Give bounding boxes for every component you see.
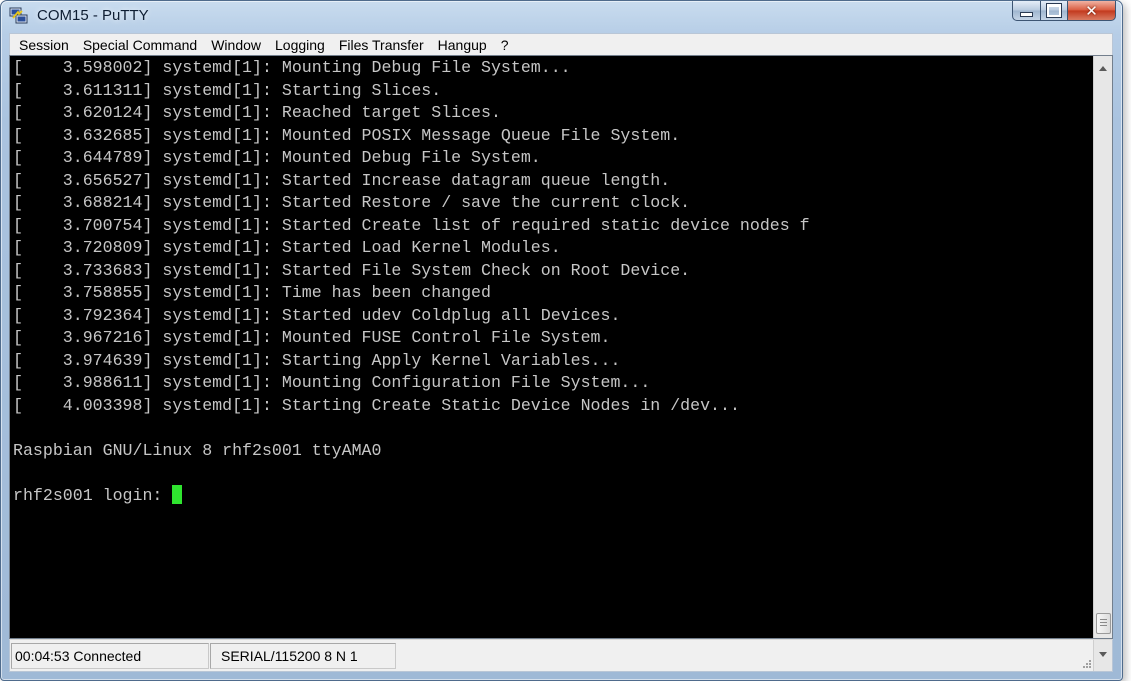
terminal-area[interactable]: [ 3.598002] systemd[1]: Mounting Debug F…: [9, 55, 1113, 639]
putty-window: COM15 - PuTTY ✕ Session Special Command …: [0, 0, 1123, 681]
terminal-line: [ 3.974639] systemd[1]: Starting Apply K…: [13, 350, 621, 370]
menu-bar: Session Special Command Window Logging F…: [9, 33, 1113, 55]
terminal-line: [ 3.758855] systemd[1]: Time has been ch…: [13, 283, 491, 302]
terminal-line: [ 3.688214] systemd[1]: Started Restore …: [13, 193, 691, 212]
terminal-line: [ 3.720809] systemd[1]: Started Load Ker…: [13, 238, 561, 257]
terminal-line: [ 3.967216] systemd[1]: Mounted FUSE Con…: [13, 328, 611, 347]
close-button[interactable]: ✕: [1068, 1, 1116, 21]
scroll-down-area[interactable]: [1093, 640, 1112, 671]
caption-buttons: ✕: [1012, 1, 1116, 23]
menu-files-transfer[interactable]: Files Transfer: [332, 37, 431, 53]
vertical-scrollbar[interactable]: [1093, 56, 1112, 638]
terminal-line: [ 3.733683] systemd[1]: Started File Sys…: [13, 260, 691, 280]
menu-hangup[interactable]: Hangup: [431, 37, 494, 53]
login-prompt-line[interactable]: rhf2s001 login:: [13, 484, 1093, 508]
minimize-button[interactable]: [1012, 1, 1041, 21]
close-icon: ✕: [1085, 1, 1098, 20]
maximize-icon: [1046, 3, 1062, 18]
resize-grip-icon[interactable]: [1081, 658, 1091, 668]
terminal-line: [ 3.988611] systemd[1]: Mounting Configu…: [13, 373, 651, 392]
scroll-up-arrow-icon[interactable]: [1099, 66, 1107, 71]
window-title: COM15 - PuTTY: [37, 7, 149, 24]
terminal-line: [ 3.598002] systemd[1]: Mounting Debug F…: [13, 58, 571, 77]
terminal-line: [ 3.632685] systemd[1]: Mounted POSIX Me…: [13, 125, 681, 145]
login-prompt: rhf2s001 login:: [13, 485, 173, 505]
menu-special-command[interactable]: Special Command: [76, 37, 204, 53]
terminal-line: [ 3.620124] systemd[1]: Reached target S…: [13, 103, 501, 122]
maximize-button[interactable]: [1041, 1, 1068, 21]
scroll-down-arrow-icon[interactable]: [1099, 652, 1107, 657]
putty-icon: [9, 7, 28, 24]
text-cursor: [172, 484, 183, 504]
menu-session[interactable]: Session: [10, 37, 76, 53]
scrollbar-thumb[interactable]: [1096, 613, 1111, 634]
title-bar[interactable]: COM15 - PuTTY ✕: [1, 1, 1122, 33]
serial-settings: SERIAL/115200 8 N 1: [210, 643, 396, 669]
status-bar: 00:04:53 Connected SERIAL/115200 8 N 1: [9, 639, 1113, 672]
terminal-output[interactable]: [ 3.598002] systemd[1]: Mounting Debug F…: [10, 56, 1093, 638]
connection-status: 00:04:53 Connected: [11, 643, 209, 669]
menu-window[interactable]: Window: [204, 37, 268, 53]
terminal-line: [ 3.700754] systemd[1]: Started Create l…: [13, 215, 810, 235]
terminal-line: [ 3.792364] systemd[1]: Started udev Col…: [13, 305, 621, 325]
terminal-line: Raspbian GNU/Linux 8 rhf2s001 ttyAMA0: [13, 440, 382, 460]
minimize-icon: [1020, 11, 1033, 17]
terminal-line: [ 3.644789] systemd[1]: Mounted Debug Fi…: [13, 148, 541, 167]
menu-logging[interactable]: Logging: [268, 37, 332, 53]
terminal-line: [ 3.611311] systemd[1]: Starting Slices.: [13, 80, 442, 100]
menu-help[interactable]: ?: [494, 37, 516, 53]
terminal-line: [ 4.003398] systemd[1]: Starting Create …: [13, 395, 740, 415]
terminal-line: [ 3.656527] systemd[1]: Started Increase…: [13, 170, 671, 190]
